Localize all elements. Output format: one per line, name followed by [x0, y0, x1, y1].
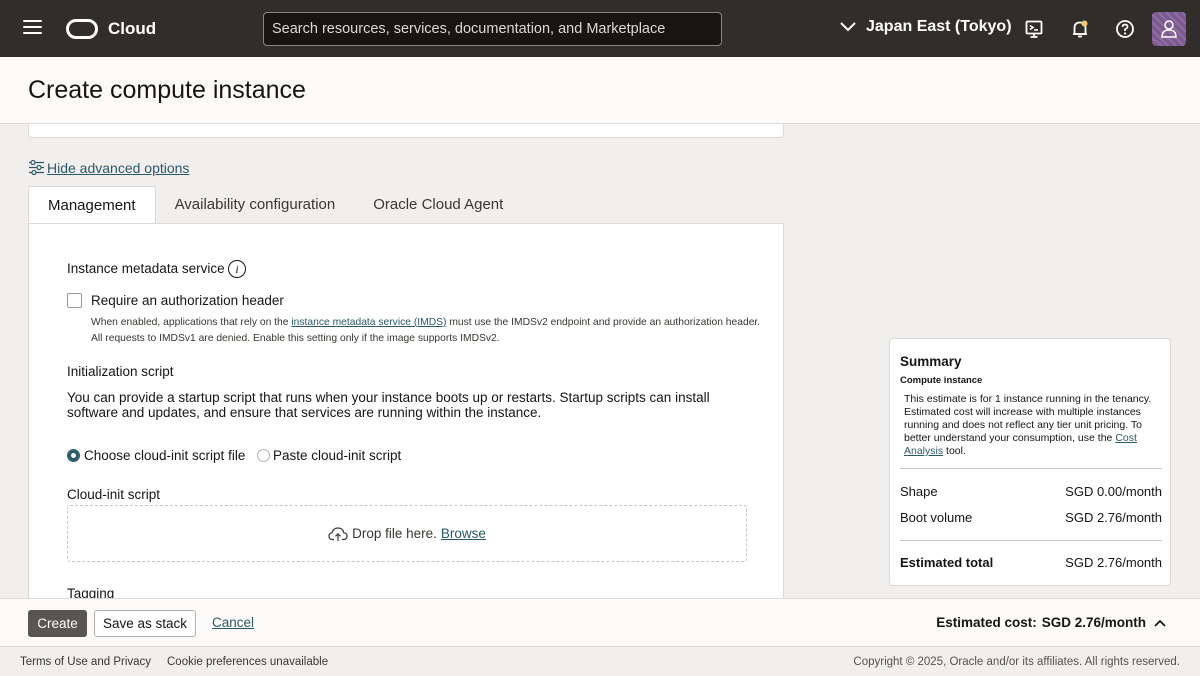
tab-list: Management Availability configuration Or… — [28, 186, 522, 224]
copyright-text: Copyright © 2025, Oracle and/or its affi… — [853, 656, 1180, 668]
tab-management[interactable]: Management — [28, 186, 156, 224]
imds-doc-link[interactable]: instance metadata service (IMDS) — [291, 317, 446, 328]
cost-summary-panel: Summary Compute instance This estimate i… — [889, 338, 1171, 586]
estimated-cost-value: SGD 2.76/month — [1041, 615, 1146, 630]
shape-label: Shape — [900, 484, 938, 499]
menu-icon[interactable] — [23, 20, 42, 36]
init-script-description: You can provide a startup script that ru… — [67, 390, 710, 420]
management-tab-panel: Instance metadata service i Require an a… — [28, 223, 784, 598]
page-title: Create compute instance — [28, 76, 306, 104]
previous-section-card — [28, 124, 784, 138]
summary-subtitle: Compute instance — [900, 375, 983, 386]
region-selector[interactable]: Japan East (Tokyo) — [840, 18, 1012, 36]
imds-heading: Instance metadata service — [67, 261, 225, 276]
summary-row-total: Estimated total SGD 2.76/month — [900, 555, 1162, 570]
help-text-before: When enabled, applications that rely on … — [91, 317, 292, 328]
region-label: Japan East (Tokyo) — [866, 18, 1012, 35]
bell-icon[interactable] — [1070, 19, 1090, 39]
help-icon[interactable] — [1115, 19, 1135, 39]
cloud-shell-icon[interactable] — [1024, 19, 1044, 39]
hide-advanced-options-link[interactable]: Hide advanced options — [28, 159, 189, 176]
browse-link[interactable]: Browse — [441, 526, 486, 541]
cancel-link[interactable]: Cancel — [212, 615, 254, 630]
page-header: Create compute instance — [0, 57, 1200, 124]
estimated-cost-label: Estimated cost: — [936, 615, 1037, 630]
choose-script-file-radio[interactable] — [67, 449, 80, 462]
tab-availability-configuration[interactable]: Availability configuration — [156, 186, 355, 224]
summary-row-shape: Shape SGD 0.00/month — [900, 484, 1162, 499]
init-script-heading: Initialization script — [67, 364, 174, 379]
summary-row-boot-volume: Boot volume SGD 2.76/month — [900, 510, 1162, 525]
create-button[interactable]: Create — [28, 610, 87, 637]
paste-script-label[interactable]: Paste cloud-init script — [273, 448, 401, 463]
user-icon — [1152, 12, 1186, 46]
choose-script-file-label[interactable]: Choose cloud-init script file — [84, 448, 245, 463]
save-as-stack-button[interactable]: Save as stack — [94, 610, 196, 637]
paste-script-radio[interactable] — [257, 449, 270, 462]
action-bar: Create Save as stack Cancel Estimated co… — [0, 598, 1200, 646]
brand-name[interactable]: Cloud — [108, 19, 156, 39]
drop-file-text: Drop file here. — [352, 526, 437, 541]
estimated-cost-toggle[interactable]: Estimated cost: SGD 2.76/month — [936, 615, 1166, 630]
user-avatar[interactable] — [1152, 12, 1186, 46]
cloud-init-script-label: Cloud-init script — [67, 487, 161, 502]
oracle-logo[interactable] — [66, 19, 98, 39]
top-navigation-bar: Cloud Japan East (Tokyo) — [0, 0, 1200, 57]
chevron-down-icon — [840, 22, 856, 32]
upload-cloud-icon — [328, 526, 348, 541]
sliders-icon — [29, 159, 44, 176]
summary-note-after: tool. — [943, 445, 966, 457]
tab-oracle-cloud-agent[interactable]: Oracle Cloud Agent — [354, 186, 522, 224]
shape-value: SGD 0.00/month — [1065, 484, 1162, 499]
file-drop-zone[interactable]: Drop file here. Browse — [67, 505, 747, 562]
total-label: Estimated total — [900, 555, 994, 570]
info-icon[interactable]: i — [228, 260, 246, 278]
search-input[interactable] — [263, 12, 722, 46]
require-auth-header-label[interactable]: Require an authorization header — [91, 293, 284, 308]
boot-volume-label: Boot volume — [900, 510, 973, 525]
boot-volume-value: SGD 2.76/month — [1065, 510, 1162, 525]
summary-note: This estimate is for 1 instance running … — [904, 393, 1166, 458]
imds-help-text: When enabled, applications that rely on … — [91, 315, 771, 347]
terms-link[interactable]: Terms of Use and Privacy — [20, 656, 151, 668]
chevron-up-icon — [1154, 619, 1166, 627]
cookie-preferences-text: Cookie preferences unavailable — [167, 656, 329, 668]
summary-title: Summary — [900, 354, 962, 369]
summary-divider — [900, 468, 1162, 469]
total-value: SGD 2.76/month — [1065, 555, 1162, 570]
summary-divider — [900, 540, 1162, 541]
tagging-heading: Tagging — [67, 586, 115, 598]
require-auth-header-checkbox[interactable] — [67, 293, 82, 308]
hide-advanced-options-label: Hide advanced options — [47, 159, 190, 176]
footer: Terms of Use and Privacy Cookie preferen… — [0, 646, 1200, 676]
main-content[interactable]: Hide advanced options Management Availab… — [0, 124, 1200, 598]
